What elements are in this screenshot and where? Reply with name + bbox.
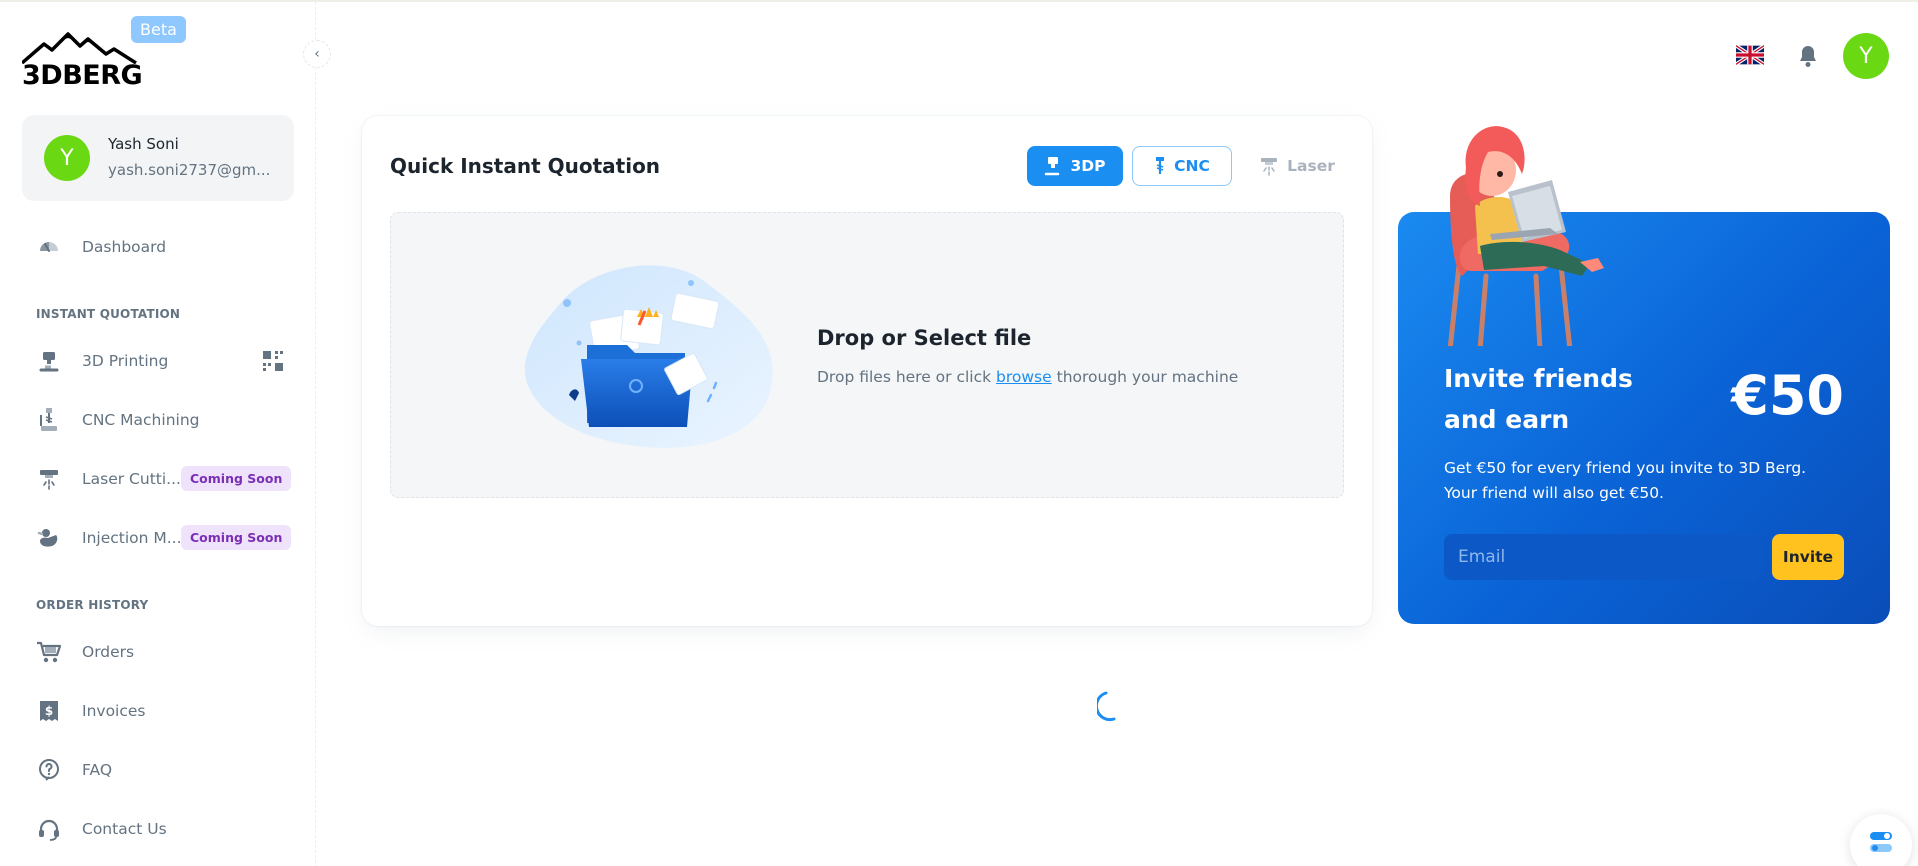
invite-email-input[interactable] — [1444, 534, 1762, 580]
dropzone-text: Drop files here or click — [817, 368, 997, 386]
coming-soon-badge: Coming Soon — [181, 466, 292, 491]
headset-icon — [36, 816, 62, 842]
3d-printer-icon — [36, 348, 62, 374]
svg-text:$: $ — [45, 704, 53, 718]
sidebar-item-label: Injection M... — [82, 529, 182, 547]
sidebar-item-orders[interactable]: Orders — [36, 632, 286, 672]
sidebar-item-label: Laser Cutti... — [82, 470, 181, 488]
tab-3dp[interactable]: 3DP — [1027, 146, 1123, 186]
rubber-duck-icon — [36, 525, 62, 551]
user-avatar: Y — [44, 135, 90, 181]
tab-laser[interactable]: Laser — [1242, 146, 1352, 186]
sidebar-item-label: FAQ — [82, 761, 113, 779]
dropzone-subtitle: Drop files here or click browse thorough… — [817, 368, 1238, 386]
woman-with-laptop-illustration — [1447, 126, 1604, 346]
brand-logo[interactable]: 3DBERG — [22, 30, 143, 91]
sidebar-item-label: Invoices — [82, 702, 146, 720]
dropzone-text: thorough your machine — [1051, 368, 1239, 386]
uk-flag-icon[interactable] — [1736, 45, 1764, 65]
sidebar-item-3d-printing[interactable]: 3D Printing — [36, 341, 286, 381]
sidebar-item-faq[interactable]: FAQ — [36, 750, 286, 790]
tab-label: Laser — [1287, 157, 1335, 175]
quotation-title: Quick Instant Quotation — [390, 154, 661, 178]
browse-link[interactable]: browse — [996, 368, 1052, 386]
qr-code-icon[interactable] — [262, 350, 284, 376]
laser-cutter-icon — [36, 466, 62, 492]
cnc-machine-icon — [36, 407, 62, 433]
sidebar-collapse-button[interactable]: ‹ — [303, 40, 331, 68]
user-card[interactable]: Y Yash Soni yash.soni2737@gm... — [22, 115, 294, 201]
quick-quotation-card: Quick Instant Quotation 3DP CNC Laser Dr… — [362, 116, 1372, 626]
loading-spinner-icon — [1097, 691, 1116, 722]
sidebar-item-label: 3D Printing — [82, 352, 169, 370]
beta-badge: Beta — [131, 16, 186, 43]
tab-label: 3DP — [1070, 157, 1106, 175]
sidebar-item-label: Contact Us — [82, 820, 167, 838]
invite-button[interactable]: Invite — [1772, 534, 1844, 580]
invoice-dollar-icon: $ — [36, 698, 62, 724]
laser-cutter-icon — [1261, 158, 1278, 176]
notification-bell-icon[interactable] — [1797, 44, 1819, 68]
sidebar-item-contact-us[interactable]: Contact Us — [36, 809, 286, 849]
sidebar-item-label: Dashboard — [82, 238, 167, 256]
sidebar-item-label: Orders — [82, 643, 135, 661]
section-title-order-history: ORDER HISTORY — [36, 598, 149, 612]
sidebar: 3DBERG Beta Y Yash Soni yash.soni2737@gm… — [0, 2, 316, 866]
shopping-cart-icon — [36, 639, 62, 665]
dashboard-icon — [36, 234, 62, 260]
folder-upload-illustration — [524, 265, 773, 448]
user-name: Yash Soni — [108, 135, 179, 153]
coming-soon-badge: Coming Soon — [181, 525, 292, 550]
chevron-left-icon: ‹ — [314, 46, 320, 62]
user-email: yash.soni2737@gm... — [108, 161, 271, 179]
sidebar-item-cnc-machining[interactable]: CNC Machining — [36, 400, 286, 440]
sidebar-item-invoices[interactable]: $ Invoices — [36, 691, 286, 731]
cnc-drill-icon — [1156, 157, 1165, 174]
mountain-logo-icon — [22, 32, 137, 64]
section-title-instant-quotation: INSTANT QUOTATION — [36, 307, 181, 321]
account-avatar-button[interactable]: Y — [1843, 33, 1889, 79]
logo-text: 3DBERG — [22, 60, 143, 91]
settings-toggle-button[interactable] — [1850, 814, 1912, 866]
tab-cnc[interactable]: CNC — [1132, 146, 1232, 186]
invite-amount: €50 — [1731, 364, 1844, 427]
sidebar-item-dashboard[interactable]: Dashboard — [36, 227, 286, 267]
3d-printer-icon — [1045, 157, 1060, 176]
invite-title: Invite friends and earn — [1444, 364, 1633, 434]
dropzone-title: Drop or Select file — [817, 326, 1032, 350]
question-bubble-icon — [36, 757, 62, 783]
toggle-settings-icon — [1870, 832, 1892, 852]
file-dropzone[interactable]: Drop or Select file Drop files here or c… — [390, 212, 1344, 498]
sidebar-item-label: CNC Machining — [82, 411, 200, 429]
tab-label: CNC — [1174, 157, 1210, 175]
invite-description: Get €50 for every friend you invite to 3… — [1444, 459, 1807, 502]
